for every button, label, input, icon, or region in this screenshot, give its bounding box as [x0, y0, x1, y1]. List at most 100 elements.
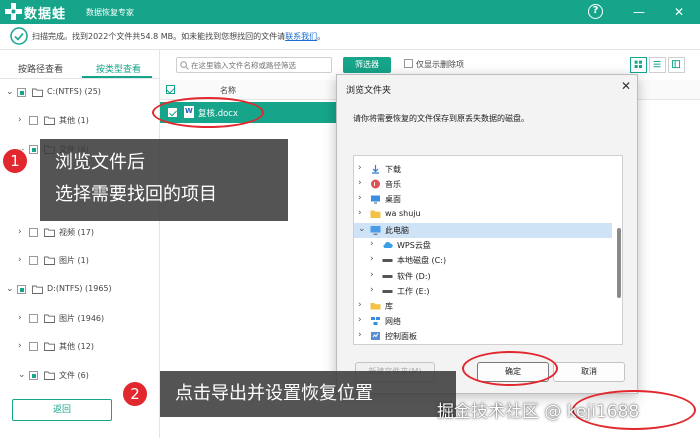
step1-line2: 选择需要找回的项目	[55, 184, 217, 205]
tree-checkbox[interactable]	[29, 342, 38, 351]
folder-tree-item[interactable]: › 控制面板	[354, 329, 612, 344]
watermark: 掘金技术社区 @ keji1688	[437, 402, 640, 422]
tree-checkbox[interactable]	[29, 116, 38, 125]
folder-icon	[32, 88, 43, 97]
expand-arrow-icon[interactable]: ›	[358, 300, 368, 310]
expand-arrow-icon[interactable]: ›	[370, 270, 380, 280]
expand-arrow-icon[interactable]: ›	[18, 313, 28, 325]
expand-arrow-icon[interactable]: ›	[358, 163, 368, 173]
folder-tree-item[interactable]: › 下载	[354, 162, 612, 177]
tree-item-label: 图片 (1)	[59, 256, 89, 265]
folder-icon	[44, 342, 55, 351]
folder-tree-item[interactable]: ⌄ 此电脑	[354, 223, 612, 238]
expand-arrow-icon[interactable]: ›	[18, 255, 28, 267]
folder-tree: › 下载 › 音乐 › 桌面 › wa shuju ⌄ 此电脑 › WPS云盘 › 本地磁盘 (C:) › 软…	[353, 155, 623, 345]
expand-arrow-icon[interactable]: ›	[370, 239, 380, 249]
tree-checkbox[interactable]	[29, 314, 38, 323]
folder-tree-label: 库	[385, 302, 393, 311]
folder-icon	[44, 228, 55, 237]
expand-arrow-icon[interactable]: ›	[18, 341, 28, 353]
tree-item[interactable]: › 其他 (12)	[18, 339, 150, 355]
expand-arrow-icon[interactable]: ›	[358, 208, 368, 218]
expand-arrow-icon[interactable]: ›	[370, 285, 380, 295]
drive-icon	[382, 275, 393, 278]
expand-arrow-icon[interactable]: ›	[370, 254, 380, 264]
step1-callout: 浏览文件后 选择需要找回的项目	[40, 139, 288, 221]
folder-tree-item[interactable]: › 网络	[354, 314, 612, 329]
folder-icon	[370, 210, 381, 218]
help-button[interactable]: ?	[588, 4, 603, 19]
tree-item[interactable]: › 图片 (1946)	[18, 311, 150, 327]
scroll-thumb[interactable]	[617, 228, 621, 298]
desktop-icon	[371, 195, 380, 204]
control-panel-icon	[371, 332, 380, 340]
detail-view-icon[interactable]	[668, 57, 685, 73]
music-icon	[371, 179, 380, 189]
tree-item-label: 其他 (1)	[59, 116, 89, 125]
folder-tree-item[interactable]: › WPS云盘	[354, 238, 612, 253]
tab-by-type[interactable]: 按类型查看	[96, 62, 141, 75]
expand-arrow-icon[interactable]: ⌄	[18, 370, 28, 382]
expand-arrow-icon[interactable]: ›	[358, 178, 368, 188]
contact-link[interactable]: 联系我们	[285, 32, 317, 41]
computer-icon	[370, 226, 381, 235]
tree-checkbox[interactable]	[17, 285, 26, 294]
folder-tree-item[interactable]: › wa shuju	[354, 207, 612, 222]
tree-checkbox[interactable]	[29, 256, 38, 265]
expand-arrow-icon[interactable]: ⌄	[6, 284, 16, 296]
app-subtitle: 数据恢复专家	[86, 8, 134, 17]
column-name[interactable]: 名称	[220, 85, 236, 96]
status-bar: 扫描完成。找到2022个文件共54.8 MB。如未能找到您想找回的文件请联系我们…	[0, 24, 700, 50]
tree-item[interactable]: › 图片 (1)	[18, 253, 150, 269]
folder-tree-label: 本地磁盘 (C:)	[397, 256, 447, 265]
list-view-icon[interactable]	[649, 57, 666, 73]
grid-view-icon[interactable]	[630, 57, 647, 73]
folder-tree-label: 软件 (D:)	[397, 272, 431, 281]
search-box[interactable]	[176, 57, 332, 73]
tab-by-path[interactable]: 按路径查看	[18, 62, 63, 75]
tree-checkbox[interactable]	[29, 145, 38, 154]
drive-icon	[382, 290, 393, 293]
browse-folder-dialog: 浏览文件夹 ✕ 请你将需要恢复的文件保存到原丢失数据的磁盘。 › 下载 › 音乐 › 桌面…	[336, 74, 638, 394]
tree-item[interactable]: › 其他 (1)	[18, 113, 150, 129]
filter-button[interactable]: 筛选器	[343, 57, 391, 73]
folder-tree-label: wa shuju	[385, 209, 421, 218]
expand-arrow-icon[interactable]: ›	[358, 193, 368, 203]
scrollbar[interactable]	[616, 158, 622, 344]
tree-item[interactable]: ⌄ C:(NTFS) (25)	[6, 85, 150, 101]
tree-checkbox[interactable]	[29, 371, 38, 380]
folder-tree-label: 下载	[385, 165, 401, 174]
tree-item[interactable]: ⌄ D:(NTFS) (1965)	[6, 282, 150, 298]
tree-item[interactable]: › 视频 (17)	[18, 225, 150, 241]
tree-item-label: 图片 (1946)	[59, 314, 105, 323]
view-toggle	[630, 57, 690, 73]
expand-arrow-icon[interactable]: ›	[358, 315, 368, 325]
folder-tree-item[interactable]: › 库	[354, 299, 612, 314]
folder-tree-item[interactable]: › 软件 (D:)	[354, 269, 612, 284]
dialog-close-button[interactable]: ✕	[619, 79, 633, 93]
cloud-icon	[383, 241, 393, 248]
minimize-button[interactable]: —	[630, 3, 648, 21]
expand-arrow-icon[interactable]: ›	[18, 227, 28, 239]
close-button[interactable]: ✕	[670, 3, 688, 21]
tree-checkbox[interactable]	[17, 88, 26, 97]
folder-tree-item[interactable]: › 音乐	[354, 177, 612, 192]
select-all-checkbox[interactable]	[166, 85, 175, 94]
folder-tree-item[interactable]: › 桌面	[354, 192, 612, 207]
folder-tree-item[interactable]: › 本地磁盘 (C:)	[354, 253, 612, 268]
deleted-only-checkbox[interactable]: 仅显示删除项	[404, 59, 464, 70]
checkbox-box[interactable]	[404, 59, 413, 68]
expand-arrow-icon[interactable]: ›	[18, 115, 28, 127]
search-input[interactable]	[191, 59, 329, 71]
tree-checkbox[interactable]	[29, 228, 38, 237]
drive-icon	[382, 259, 393, 262]
cancel-button[interactable]: 取消	[553, 362, 625, 382]
scan-status-text: 扫描完成。找到2022个文件共54.8 MB。如未能找到您想找回的文件请联系我们…	[32, 32, 326, 41]
expand-arrow-icon[interactable]: ⌄	[6, 87, 16, 99]
expand-arrow-icon[interactable]: ›	[358, 330, 368, 340]
back-button[interactable]: 返回	[12, 399, 112, 421]
sidebar: 按路径查看 按类型查看 ⌄ C:(NTFS) (25) › 其他 (1) ⌄ 文件 (6)…	[0, 50, 160, 438]
expand-arrow-icon[interactable]: ⌄	[358, 224, 368, 234]
folder-tree-item[interactable]: › 工作 (E:)	[354, 284, 612, 299]
folder-tree-label: 控制面板	[385, 332, 417, 341]
